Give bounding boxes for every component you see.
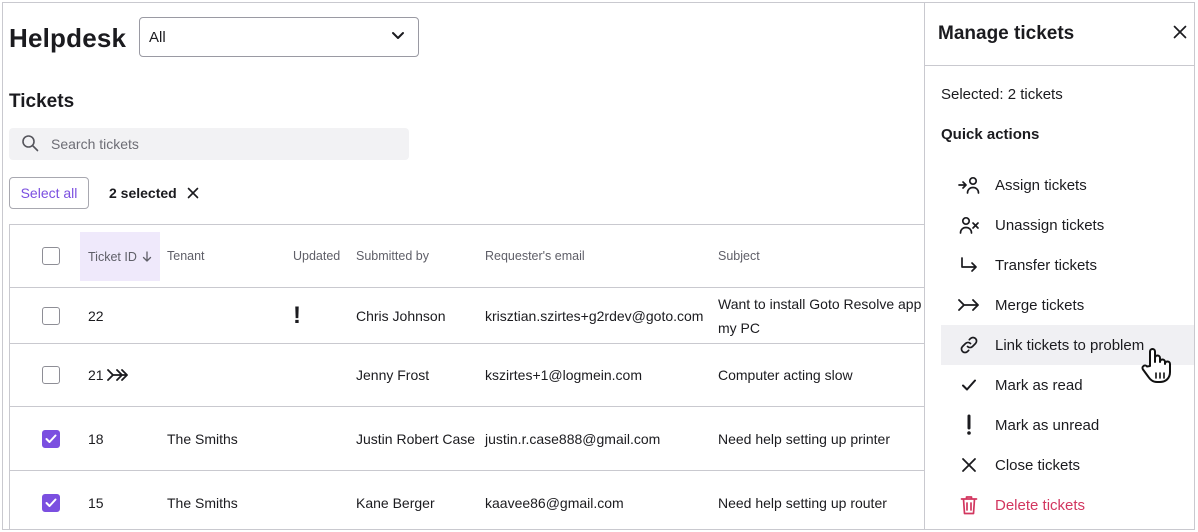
row-checkbox-checked[interactable] [42,493,60,512]
submitted-by: Justin Robert Case [356,430,476,447]
trash-icon [958,495,980,515]
select-all-checkbox-cell[interactable] [42,225,60,287]
subject: Need help setting up router [718,494,887,511]
hand-cursor-icon [1140,346,1174,391]
row-checkbox[interactable] [42,306,60,325]
mark-as-unread-action[interactable]: Mark as unread [941,405,1194,445]
table-row[interactable]: 21 Jenny Frost kszirtes+1@logmein.com Co… [10,344,925,407]
arrow-down-icon [142,250,152,263]
action-label: Unassign tickets [995,216,1105,234]
submitted-by: Jenny Frost [356,367,430,383]
selected-count: 2 selected [109,185,199,201]
app-window: Helpdesk All Tickets Search tickets Sele… [2,2,1195,530]
table-row[interactable]: 15 The Smiths Kane Berger kaavee86@gmail… [10,471,925,529]
filter-value: All [149,28,166,46]
requester-email: kszirtes+1@logmein.com [485,367,642,383]
ticket-id: 22 [88,307,104,324]
divider [925,65,1194,66]
check-icon [958,378,980,392]
merge-icon [106,368,129,382]
header-submitted-by[interactable]: Submitted by [356,225,429,287]
action-label: Mark as unread [995,416,1100,434]
tenant: The Smiths [167,494,238,511]
table-row[interactable]: 22 ! Chris Johnson krisztian.szirtes+g2r… [10,288,925,344]
header-ticket-id[interactable]: Ticket ID [80,232,160,281]
action-label: Link tickets to problem [995,336,1145,354]
close-icon[interactable] [1173,25,1187,39]
selected-count-label: 2 selected [109,185,177,201]
unassign-icon [958,216,980,234]
row-checkbox[interactable] [42,366,60,384]
ticket-id: 18 [88,430,104,447]
ticket-id-cell: 21 [88,344,129,406]
assign-icon [958,176,980,194]
delete-tickets-action[interactable]: Delete tickets [941,485,1194,525]
header-checkbox[interactable] [42,247,60,265]
search-icon [21,134,51,155]
clear-selection-icon[interactable] [187,187,199,199]
table-row[interactable]: 18 The Smiths Justin Robert Case justin.… [10,407,925,471]
link-icon [958,335,980,355]
action-label: Close tickets [995,456,1081,474]
header-updated[interactable]: Updated [293,225,340,287]
selected-summary: Selected: 2 tickets [941,86,1063,103]
header-email[interactable]: Requester's email [485,225,585,287]
action-label: Merge tickets [995,296,1085,314]
search-placeholder: Search tickets [51,136,139,152]
action-label: Mark as read [995,376,1083,394]
transfer-tickets-action[interactable]: Transfer tickets [941,245,1194,285]
close-icon [958,457,980,473]
merge-tickets-action[interactable]: Merge tickets [941,285,1194,325]
check-icon [45,498,57,507]
section-title: Tickets [9,91,75,112]
header-subject[interactable]: Subject [718,225,925,287]
panel-title: Manage tickets [938,23,1075,44]
requester-email: kaavee86@gmail.com [485,494,624,511]
chevron-down-icon [390,27,406,47]
subject: Computer acting slow [718,367,853,383]
subject: Want to install Goto Resolve app my PC [718,295,922,336]
tickets-table: Ticket ID Tenant Updated Submitted by Re… [9,224,925,529]
manage-tickets-panel: Manage tickets Selected: 2 tickets Quick… [924,3,1194,529]
transfer-icon [958,256,980,274]
filter-select[interactable]: All [139,17,419,57]
unassign-tickets-action[interactable]: Unassign tickets [941,205,1194,245]
select-all-button[interactable]: Select all [9,177,89,209]
requester-email: krisztian.szirtes+g2rdev@goto.com [485,307,704,324]
submitted-by: Chris Johnson [356,307,446,324]
main-area: Helpdesk All Tickets Search tickets Sele… [3,3,925,529]
search-input[interactable]: Search tickets [9,128,409,160]
action-label: Transfer tickets [995,256,1097,274]
subject: Need help setting up printer [718,430,890,447]
unread-indicator: ! [293,301,301,329]
header-tenant[interactable]: Tenant [167,225,205,287]
ticket-id: 15 [88,494,104,511]
check-icon [45,434,57,443]
requester-email: justin.r.case888@gmail.com [485,430,661,447]
tenant: The Smiths [167,430,238,447]
submitted-by: Kane Berger [356,494,435,511]
assign-tickets-action[interactable]: Assign tickets [941,165,1194,205]
app-title: Helpdesk [9,23,127,53]
action-label: Assign tickets [995,176,1087,194]
merge-icon [958,298,980,312]
exclamation-icon [958,414,980,436]
action-label: Delete tickets [995,496,1086,514]
table-header: Ticket ID Tenant Updated Submitted by Re… [10,225,925,288]
ticket-id: 21 [88,367,104,383]
row-checkbox-checked[interactable] [42,429,60,448]
quick-actions-title: Quick actions [941,126,1040,143]
close-tickets-action[interactable]: Close tickets [941,445,1194,485]
